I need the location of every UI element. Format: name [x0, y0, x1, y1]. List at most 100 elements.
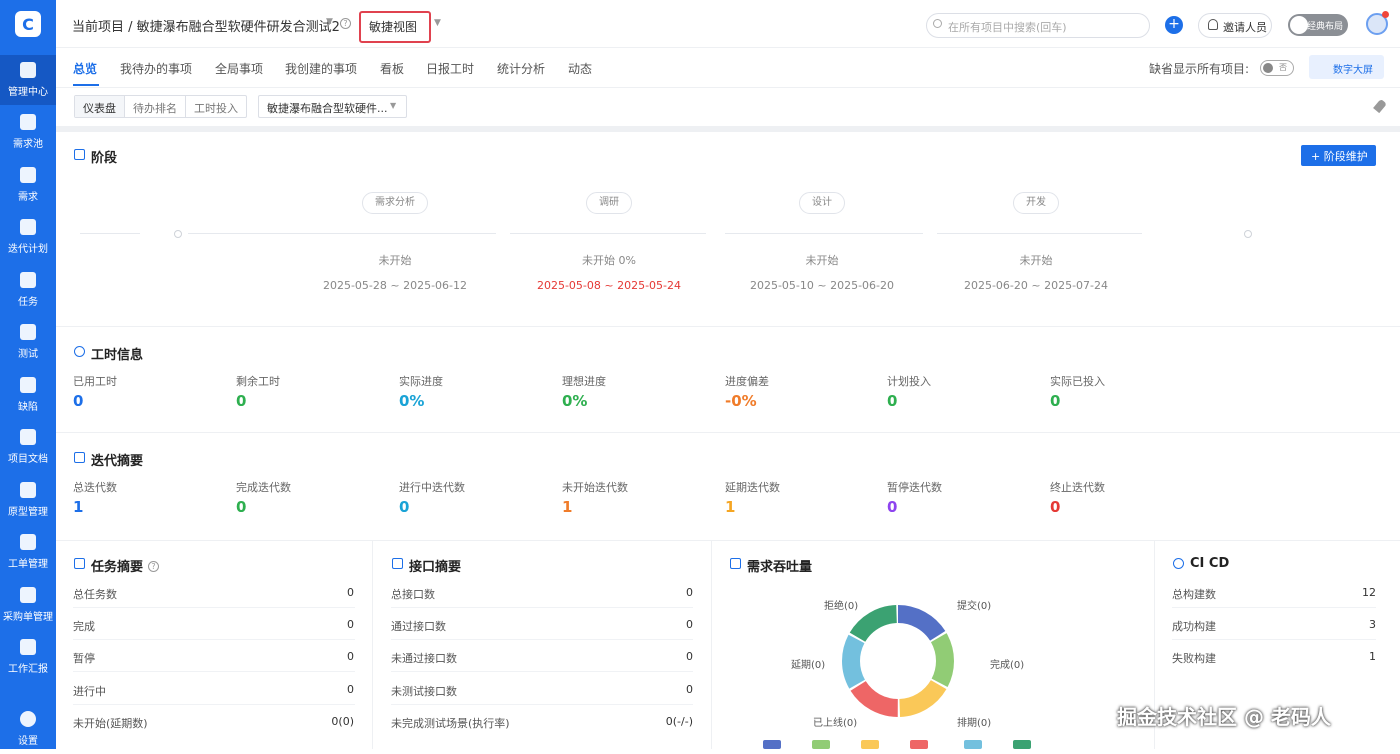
- toggle-knob: [1263, 63, 1273, 73]
- active-tab-indicator: [73, 84, 99, 86]
- tab-daily-worktime[interactable]: 日报工时: [426, 60, 474, 77]
- clipboard-icon: [20, 272, 36, 288]
- metric-value: 0%: [399, 392, 425, 410]
- metric-label: 实际已投入: [1050, 375, 1105, 388]
- big-screen-button[interactable]: 数字大屏: [1309, 55, 1384, 79]
- sidebar-item-report[interactable]: 工作汇报: [0, 632, 56, 682]
- legend-swatch: [910, 740, 928, 749]
- sidebar-item-settings[interactable]: 设置: [0, 704, 56, 754]
- sidebar-item-requirement[interactable]: 需求: [0, 160, 56, 210]
- column-divider: [711, 541, 712, 749]
- tab-my-created[interactable]: 我创建的事项: [285, 60, 357, 77]
- summary-row-value: 0: [686, 650, 693, 663]
- summary-row-value: 12: [1362, 586, 1376, 599]
- summary-row-value: 0: [347, 586, 354, 599]
- sidebar-item-test[interactable]: 测试: [0, 317, 56, 367]
- sidebar-item-label: 管理中心: [8, 87, 48, 98]
- stage-status: 未开始: [378, 254, 412, 267]
- metric-value: 0: [887, 498, 898, 516]
- timeline-line: [937, 233, 1142, 234]
- chevron-down-icon[interactable]: ▼: [390, 101, 396, 110]
- sliders-icon: [392, 558, 403, 569]
- metric-label: 计划投入: [887, 375, 931, 388]
- stage-status: 未开始 0%: [582, 254, 636, 267]
- sidebar: C 管理中心 需求池 需求 迭代计划 任务 测试 缺陷 项目文档 原型管理 工单…: [0, 0, 56, 749]
- summary-row-value: 0: [686, 586, 693, 599]
- row-divider: [391, 704, 693, 705]
- add-button[interactable]: +: [1165, 16, 1183, 34]
- search-input[interactable]: 在所有项目中搜索(回车): [926, 13, 1150, 38]
- sidebar-item-requirement-pool[interactable]: 需求池: [0, 107, 56, 157]
- summary-row-value: 0: [686, 683, 693, 696]
- summary-row-label: 总任务数: [73, 588, 117, 601]
- pin-icon[interactable]: [1373, 98, 1387, 114]
- legend-swatch: [812, 740, 830, 749]
- sidebar-item-management[interactable]: 管理中心: [0, 55, 56, 105]
- tab-activity[interactable]: 动态: [568, 60, 592, 77]
- sidebar-item-label: 缺陷: [18, 402, 38, 413]
- stage-pill[interactable]: 开发: [1013, 192, 1059, 214]
- sidebar-item-ticket[interactable]: 工单管理: [0, 527, 56, 577]
- metric-label: 进行中迭代数: [399, 481, 465, 494]
- app-logo[interactable]: C: [0, 0, 56, 48]
- sidebar-item-purchase[interactable]: 采购单管理: [0, 580, 56, 630]
- layout-toggle[interactable]: 经典布局: [1288, 14, 1348, 36]
- chat-icon: [20, 62, 36, 78]
- flag-icon: [74, 149, 85, 160]
- segment-dashboard[interactable]: 仪表盘: [75, 96, 125, 117]
- stage-pill[interactable]: 调研: [586, 192, 632, 214]
- tab-my-todo[interactable]: 我待办的事项: [120, 60, 192, 77]
- layers-icon: [20, 219, 36, 235]
- sidebar-item-label: 工单管理: [8, 559, 48, 570]
- timeline-line: [80, 233, 140, 234]
- sidebar-item-iteration[interactable]: 迭代计划: [0, 212, 56, 262]
- stage-pill[interactable]: 设计: [799, 192, 845, 214]
- view-select[interactable]: 敏捷视图: [359, 11, 431, 43]
- stage-pill[interactable]: 需求分析: [362, 192, 428, 214]
- tab-global[interactable]: 全局事项: [215, 60, 263, 77]
- notification-dot: [1382, 11, 1389, 18]
- donut-label-completed: 完成(0): [990, 660, 1025, 671]
- row-divider: [1172, 607, 1376, 608]
- invite-button[interactable]: 邀请人员: [1198, 13, 1272, 38]
- flask-icon: [20, 324, 36, 340]
- legend-swatch: [1013, 740, 1031, 749]
- help-icon[interactable]: ?: [340, 18, 351, 29]
- summary-row-label: 未完成测试场景(执行率): [391, 717, 510, 730]
- help-icon[interactable]: ?: [148, 561, 159, 572]
- timeline-dot: [174, 230, 182, 238]
- donut-label-online: 已上线(0): [813, 718, 858, 729]
- timeline-line: [725, 233, 923, 234]
- chevron-down-icon[interactable]: ▼: [326, 17, 333, 27]
- metric-label: 延期迭代数: [725, 481, 780, 494]
- row-divider: [391, 671, 693, 672]
- summary-row-value: 3: [1369, 618, 1376, 631]
- stage-maintain-button[interactable]: + 阶段维护: [1301, 145, 1376, 166]
- show-all-toggle[interactable]: 否: [1260, 60, 1294, 76]
- breadcrumb[interactable]: 当前项目 / 敏捷瀑布融合型软硬件研发合测试2: [72, 16, 340, 35]
- row-divider: [73, 639, 355, 640]
- sidebar-item-prototype[interactable]: 原型管理: [0, 475, 56, 525]
- metric-label: 未开始迭代数: [562, 481, 628, 494]
- sidebar-item-defect[interactable]: 缺陷: [0, 370, 56, 420]
- summary-row-label: 完成: [73, 620, 95, 633]
- project-select[interactable]: 敏捷瀑布融合型软硬件...: [258, 95, 407, 118]
- metric-value: 0%: [562, 392, 588, 410]
- segment-todo-ranking[interactable]: 待办排名: [125, 96, 186, 117]
- tools-icon: [20, 482, 36, 498]
- sidebar-item-task[interactable]: 任务: [0, 265, 56, 315]
- segment-worktime[interactable]: 工时投入: [186, 96, 246, 117]
- metric-value: 1: [725, 498, 736, 516]
- mail-icon: [20, 639, 36, 655]
- tab-kanban[interactable]: 看板: [380, 60, 404, 77]
- tab-overview[interactable]: 总览: [73, 60, 97, 77]
- metric-value: 0: [399, 498, 410, 516]
- summary-row-label: 总接口数: [391, 588, 435, 601]
- stage-status: 未开始: [1019, 254, 1053, 267]
- tab-statistics[interactable]: 统计分析: [497, 60, 545, 77]
- layout-toggle-label: 经典布局: [1307, 22, 1344, 32]
- legend-swatch: [763, 740, 781, 749]
- summary-row-label: 进行中: [73, 685, 106, 698]
- sidebar-item-docs[interactable]: 项目文档: [0, 422, 56, 472]
- chevron-down-icon[interactable]: ▼: [434, 18, 441, 28]
